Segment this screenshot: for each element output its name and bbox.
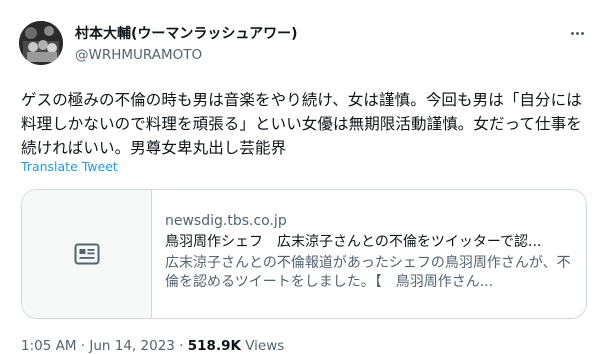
meta-separator: ·: [174, 338, 188, 354]
card-thumbnail: [22, 190, 152, 318]
tweet-time[interactable]: 1:05 AM: [21, 338, 77, 354]
translate-tweet-link[interactable]: Translate Tweet: [21, 159, 118, 174]
tweet-meta: 1:05 AM · Jun 14, 2023 · 518.9K Views: [21, 337, 284, 354]
views-label: Views: [240, 338, 285, 354]
article-icon: [74, 243, 99, 265]
card-text: newsdig.tbs.co.jp 鳥羽周作シェフ 広末涼子さんとの不倫をツイッ…: [165, 212, 575, 292]
tweet-date[interactable]: Jun 14, 2023: [89, 338, 175, 354]
author-display-name[interactable]: 村本大輔(ウーマンラッシュアワー): [75, 25, 298, 43]
tweet: 村本大輔(ウーマンラッシュアワー) @WRHMURAMOTO ゲスの極みの不倫の…: [0, 0, 600, 354]
views-count: 518.9K: [187, 338, 241, 354]
avatar[interactable]: [19, 21, 63, 65]
tweet-text: ゲスの極みの不倫の時も男は音楽をやり続け、女は謹慎。今回も男は「自分には料理しか…: [21, 91, 582, 157]
avatar-image: [19, 21, 63, 65]
card-title: 鳥羽周作シェフ 広末涼子さんとの不倫をツイッターで認...: [165, 234, 542, 250]
more-horizontal-icon[interactable]: [566, 26, 588, 40]
card-description: 広末涼子さんとの不倫報道があったシェフの鳥羽周作さんが、不倫を認めるツイートをし…: [165, 255, 571, 290]
author-handle[interactable]: @WRHMURAMOTO: [75, 46, 202, 64]
meta-separator: ·: [76, 338, 90, 354]
card-domain: newsdig.tbs.co.jp: [165, 213, 287, 229]
link-preview-card[interactable]: newsdig.tbs.co.jp 鳥羽周作シェフ 広末涼子さんとの不倫をツイッ…: [21, 189, 587, 319]
